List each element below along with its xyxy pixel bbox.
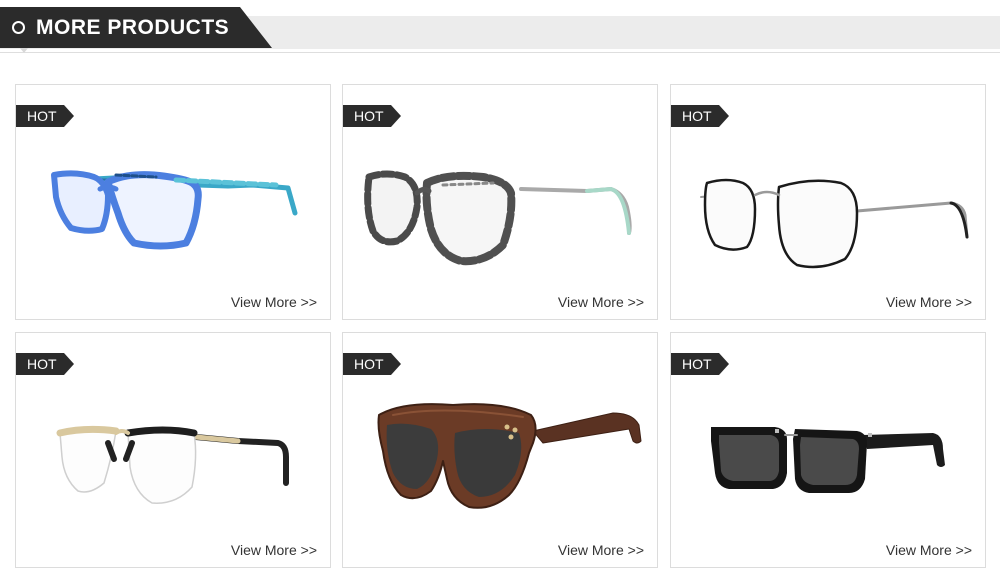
view-more-link[interactable]: View More >> [231, 294, 317, 310]
product-card[interactable]: HOT View More >> [15, 84, 331, 320]
view-more-link[interactable]: View More >> [886, 542, 972, 558]
product-grid: HOT View More >> HOT View More >> HOT Vi… [15, 84, 987, 572]
product-image[interactable] [343, 85, 659, 321]
product-card[interactable]: HOT View More >> [15, 332, 331, 568]
header-tab-tail [20, 48, 28, 53]
product-image[interactable] [343, 333, 659, 569]
view-more-link[interactable]: View More >> [231, 542, 317, 558]
view-more-link[interactable]: View More >> [886, 294, 972, 310]
view-more-link[interactable]: View More >> [558, 542, 644, 558]
product-image[interactable] [671, 333, 987, 569]
circle-icon [12, 21, 25, 34]
product-card[interactable]: HOT View More >> [342, 84, 658, 320]
header-divider [0, 52, 1000, 53]
product-image[interactable] [16, 85, 332, 321]
section-title: MORE PRODUCTS [36, 16, 230, 39]
product-card[interactable]: HOT View More >> [670, 84, 986, 320]
product-image[interactable] [16, 333, 332, 569]
view-more-link[interactable]: View More >> [558, 294, 644, 310]
product-card[interactable]: HOT View More >> [670, 332, 986, 568]
product-image[interactable] [671, 85, 987, 321]
product-card[interactable]: HOT View More >> [342, 332, 658, 568]
